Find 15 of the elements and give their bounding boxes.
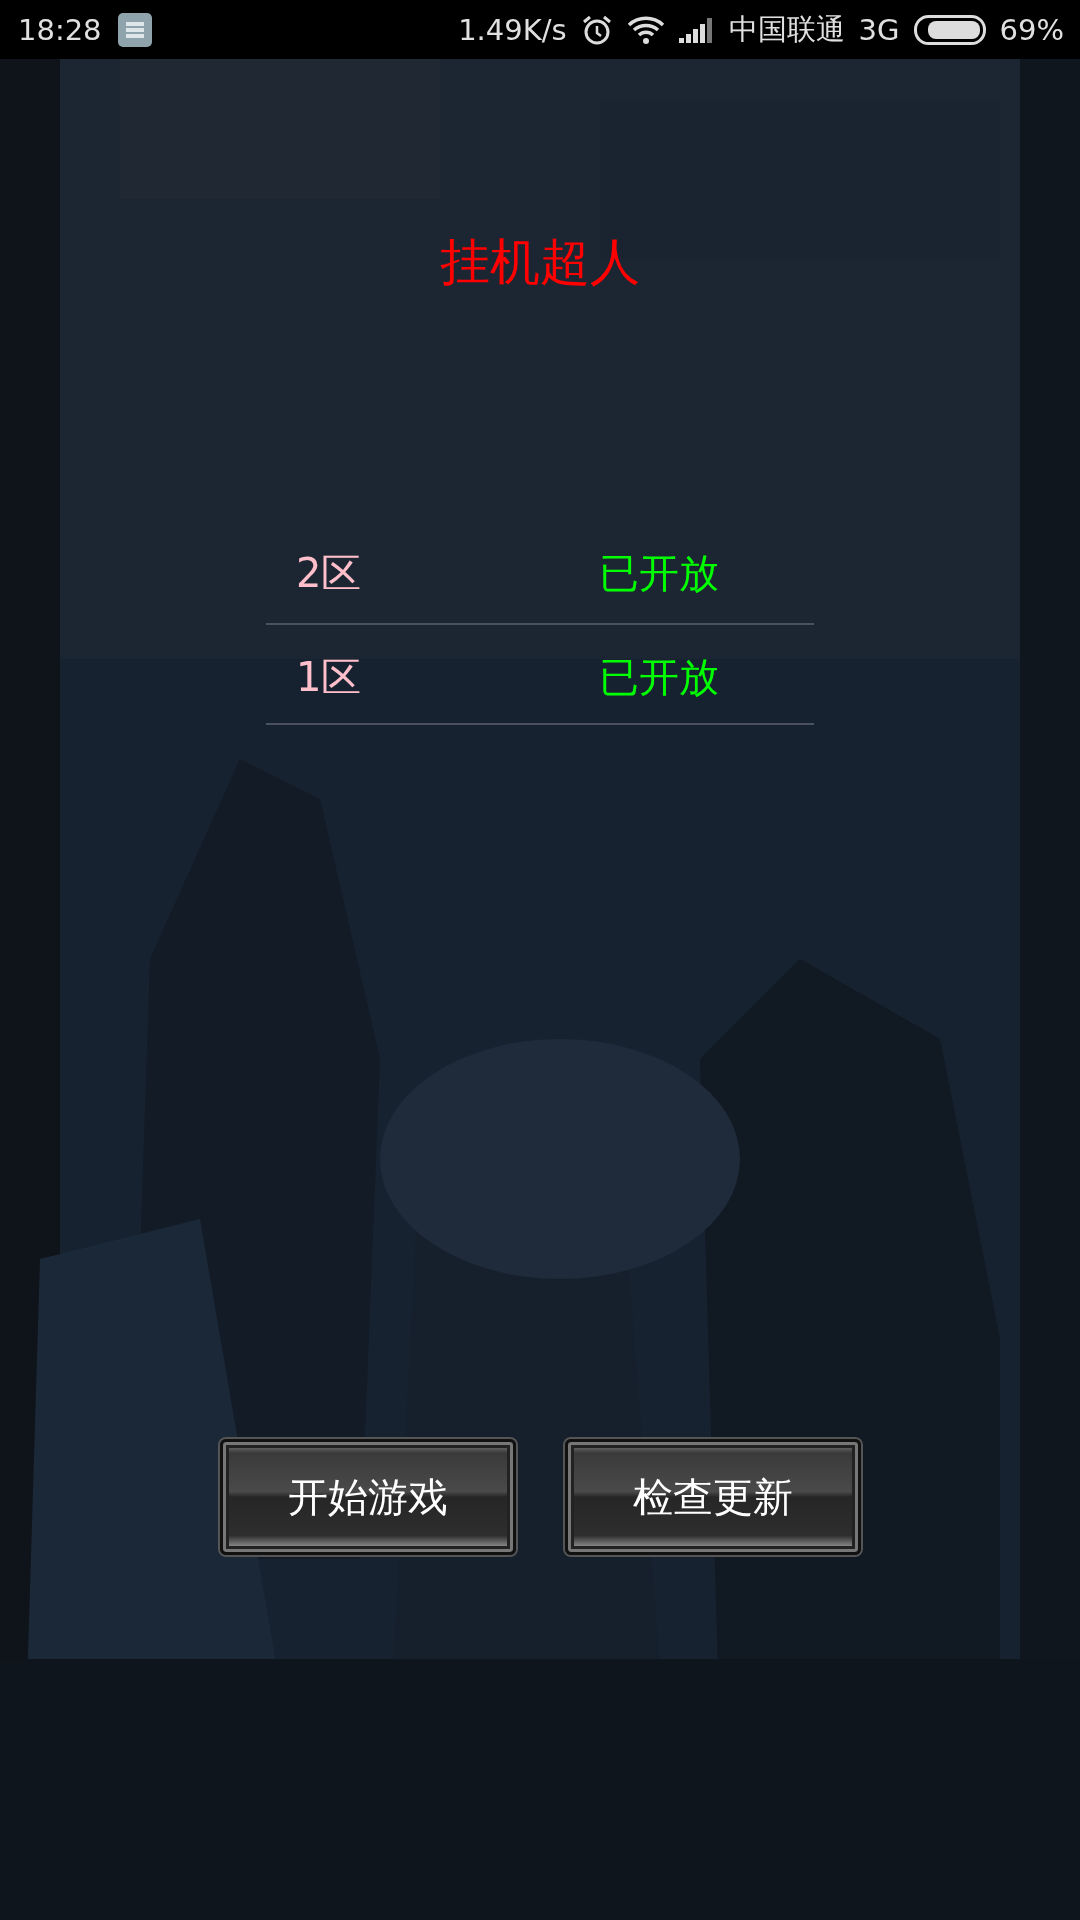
network-speed: 1.49K/s — [458, 12, 567, 47]
server-row[interactable]: 1区 已开放 — [266, 625, 814, 725]
game-button[interactable]: 检查更新 — [564, 1439, 861, 1555]
battery-icon — [913, 14, 986, 45]
network-type: 3G — [858, 12, 900, 47]
signal-icon — [678, 16, 715, 43]
clock-time: 18:28 — [18, 12, 102, 47]
game-button[interactable]: 开始游戏 — [219, 1439, 516, 1555]
carrier-name: 中国联通 — [728, 10, 845, 48]
battery-percent: 69% — [999, 12, 1064, 47]
notification-icon — [117, 12, 152, 47]
wifi-icon — [626, 14, 665, 45]
alarm-icon — [580, 13, 613, 46]
game-title: 挂机超人 — [440, 232, 640, 293]
server-row[interactable]: 2区 已开放 — [266, 517, 814, 625]
